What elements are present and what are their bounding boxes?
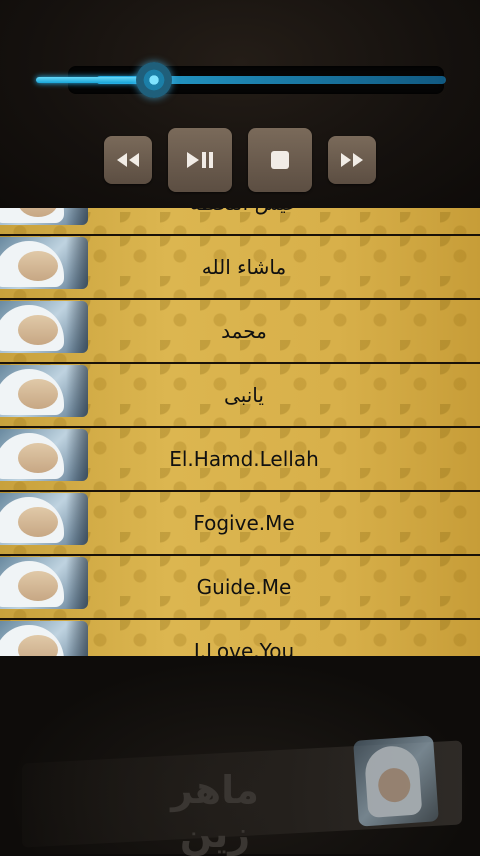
- track-title: Guide.Me: [196, 575, 292, 599]
- track-thumbnail: [0, 365, 88, 417]
- thumbnail-face: [18, 443, 58, 473]
- thumbnail-shadow: [66, 301, 88, 353]
- artist-photo: [353, 735, 439, 827]
- playlist-item[interactable]: محمد: [0, 300, 480, 364]
- playlist-item[interactable]: ماشاء الله: [0, 236, 480, 300]
- track-title: ماشاء الله: [201, 255, 287, 279]
- fast-forward-icon: [341, 153, 363, 167]
- playlist-item[interactable]: I.Love.You: [0, 620, 480, 656]
- playback-controls: [0, 128, 480, 192]
- play-pause-button[interactable]: [168, 128, 232, 192]
- thumbnail-shadow: [66, 237, 88, 289]
- banner-title: ماهر زين: [171, 768, 259, 856]
- thumbnail-face: [18, 571, 58, 601]
- track-thumbnail: [0, 557, 88, 609]
- thumbnail-face: [18, 251, 58, 281]
- playlist-item[interactable]: Guide.Me: [0, 556, 480, 620]
- playlist-items: عيش اللحظة ماشاء الله محمد يانبى El.Hamd.Lel…: [0, 208, 480, 656]
- playlist[interactable]: عيش اللحظة ماشاء الله محمد يانبى El.Hamd.Lel…: [0, 208, 480, 656]
- track-title: محمد: [221, 319, 267, 343]
- thumbnail-shadow: [66, 557, 88, 609]
- stop-button[interactable]: [248, 128, 312, 192]
- track-title: عيش اللحظة: [182, 208, 298, 215]
- track-thumbnail: [0, 429, 88, 481]
- track-thumbnail: [0, 621, 88, 656]
- play-pause-icon: [187, 152, 213, 168]
- playlist-item[interactable]: Fogive.Me: [0, 492, 480, 556]
- thumbnail-face: [18, 379, 58, 409]
- track-thumbnail: [0, 301, 88, 353]
- rewind-icon: [117, 153, 139, 167]
- track-title: El.Hamd.Lellah: [169, 447, 319, 471]
- playlist-item[interactable]: El.Hamd.Lellah: [0, 428, 480, 492]
- track-thumbnail: [0, 237, 88, 289]
- seek-bar[interactable]: [36, 60, 446, 100]
- stop-icon: [271, 151, 289, 169]
- thumbnail-face: [18, 315, 58, 345]
- track-title: يانبى: [224, 383, 264, 407]
- player-panel: [0, 0, 480, 208]
- track-title: I.Love.You: [193, 639, 295, 656]
- thumbnail-face: [18, 507, 58, 537]
- thumbnail-shadow: [66, 365, 88, 417]
- thumbnail-shadow: [66, 493, 88, 545]
- playlist-item[interactable]: عيش اللحظة: [0, 208, 480, 236]
- thumbnail-shadow: [66, 208, 88, 225]
- track-title: Fogive.Me: [193, 511, 295, 535]
- track-thumbnail: [0, 208, 88, 225]
- thumbnail-shadow: [66, 621, 88, 656]
- banner-area: ماهر زين: [0, 656, 480, 856]
- rewind-button[interactable]: [104, 136, 152, 184]
- fast-forward-button[interactable]: [328, 136, 376, 184]
- thumbnail-shadow: [66, 429, 88, 481]
- playlist-item[interactable]: يانبى: [0, 364, 480, 428]
- track-thumbnail: [0, 493, 88, 545]
